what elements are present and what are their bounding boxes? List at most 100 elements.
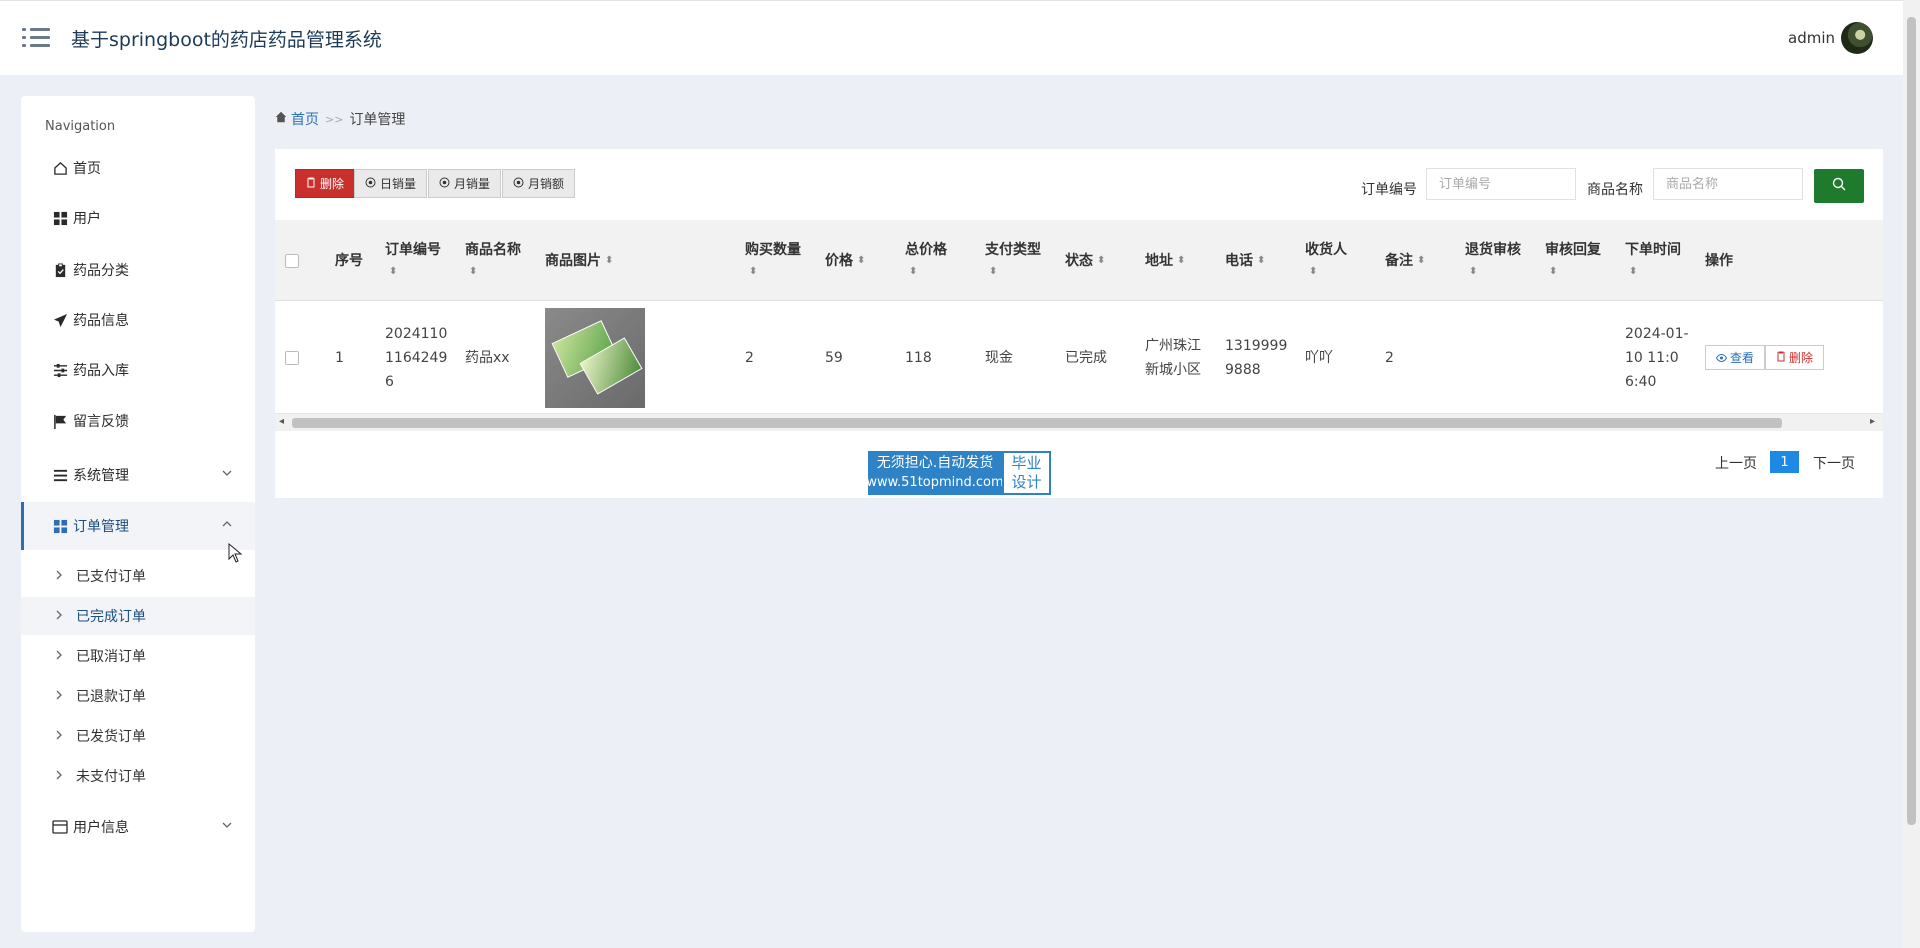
cell-product-name: 药品xx — [465, 349, 510, 366]
col-refund-review[interactable]: 退货审核 ⬍ — [1465, 220, 1535, 301]
daily-sales-button[interactable]: 日销量 — [354, 169, 428, 198]
monthly-sales-button[interactable]: 月销量 — [428, 169, 502, 198]
product-name-input[interactable] — [1653, 168, 1803, 200]
sidebar-item-drug-category[interactable]: 药品分类 — [21, 246, 255, 294]
menu-toggle-icon[interactable] — [22, 27, 50, 49]
col-receiver[interactable]: 收货人 ⬍ — [1305, 220, 1365, 301]
horizontal-scrollbar[interactable]: ◂ ▸ — [275, 414, 1883, 431]
sidebar-subitem-completed[interactable]: 已完成订单 — [21, 597, 255, 635]
sidebar-item-label: 药品入库 — [73, 363, 129, 379]
watermark-banner: 无须担心.自动发货 www.51topmind.com 毕业 设计 — [866, 451, 1051, 495]
cell-phone: 13199999888 — [1225, 337, 1288, 378]
sidebar-item-label: 首页 — [73, 161, 101, 177]
sidebar-subitem-shipped[interactable]: 已发货订单 — [21, 717, 255, 755]
sidebar-item-home[interactable]: 首页 — [21, 144, 255, 192]
sidebar-item-label: 用户 — [73, 211, 101, 227]
sidebar-item-label: 用户信息 — [73, 820, 129, 836]
col-qty[interactable]: 购买数量 ⬍ — [745, 220, 815, 301]
scroll-left-icon[interactable]: ◂ — [279, 416, 284, 427]
chevron-right-icon — [54, 769, 64, 783]
chevron-right-icon — [54, 649, 64, 663]
page-number-current[interactable]: 1 — [1770, 451, 1799, 473]
sidebar-item-stock-in[interactable]: 药品入库 — [21, 346, 255, 394]
sidebar: Navigation 首页 用户 药品分类 药品信息 药品入库 留言反馈 系统管… — [21, 96, 255, 932]
order-no-input[interactable] — [1426, 168, 1576, 200]
sort-icon: ⬍ — [909, 265, 918, 277]
vertical-scrollbar[interactable] — [1903, 0, 1920, 948]
scroll-right-icon[interactable]: ▸ — [1870, 416, 1875, 427]
sidebar-subitem-label: 已发货订单 — [76, 729, 146, 745]
col-total[interactable]: 总价格 ⬍ — [905, 220, 975, 301]
col-order-no[interactable]: 订单编号 ⬍ — [385, 220, 455, 301]
scrollbar-thumb[interactable] — [292, 418, 1782, 428]
breadcrumb-home[interactable]: 首页 — [291, 109, 319, 129]
col-address[interactable]: 地址 ⬍ — [1145, 220, 1185, 301]
chevron-down-icon — [221, 467, 233, 482]
chevron-right-icon — [54, 689, 64, 703]
row-delete-button[interactable]: 删除 — [1765, 345, 1825, 370]
sliders-icon — [52, 362, 68, 378]
sidebar-subitem-label: 已支付订单 — [76, 569, 146, 585]
prev-page-button[interactable]: 上一页 — [1715, 453, 1757, 473]
send-icon — [52, 312, 68, 328]
col-seq: 序号 — [335, 252, 363, 269]
sidebar-subitem-paid[interactable]: 已支付订单 — [21, 557, 255, 595]
col-product-img[interactable]: 商品图片 ⬍ — [545, 220, 613, 301]
view-button-label: 查看 — [1730, 350, 1755, 365]
sidebar-item-user-info[interactable]: 用户信息 — [21, 803, 255, 851]
trash-icon — [306, 177, 316, 191]
order-table: 序号 订单编号 ⬍ 商品名称 ⬍ 商品图片 ⬍ 购买数量 ⬍ 价格 ⬍ 总价格 ⬍ 支付类型… — [275, 220, 1883, 420]
card-icon — [52, 819, 68, 835]
order-no-label: 订单编号 — [1361, 182, 1417, 198]
col-phone[interactable]: 电话 ⬍ — [1225, 220, 1265, 301]
delete-button[interactable]: 删除 — [295, 169, 356, 198]
sidebar-item-drug-info[interactable]: 药品信息 — [21, 296, 255, 344]
sidebar-item-feedback[interactable]: 留言反馈 — [21, 397, 255, 445]
sort-icon: ⬍ — [1097, 254, 1106, 266]
watermark-line1: 无须担心.自动发货 — [876, 455, 994, 471]
next-page-button[interactable]: 下一页 — [1813, 453, 1855, 473]
home-icon — [275, 111, 287, 127]
col-product-name[interactable]: 商品名称 ⬍ — [465, 220, 535, 301]
product-image[interactable] — [545, 307, 645, 408]
grid-icon — [52, 210, 68, 226]
sort-icon: ⬍ — [1469, 265, 1478, 277]
sort-icon: ⬍ — [1629, 265, 1638, 277]
select-all-checkbox[interactable] — [285, 220, 299, 301]
table-row: 1 20241101164249 6 药品xx 2 59 118 现金 已完成 … — [275, 301, 1883, 414]
sidebar-item-label: 留言反馈 — [73, 414, 129, 430]
row-checkbox[interactable] — [285, 301, 299, 414]
circle-dot-icon — [439, 177, 450, 191]
cell-product-img[interactable] — [545, 301, 645, 414]
col-pay-type[interactable]: 支付类型 ⬍ — [985, 220, 1055, 301]
watermark-line2: www.51topmind.com — [866, 475, 1004, 490]
trash-icon — [1776, 346, 1786, 370]
sidebar-item-orders[interactable]: 订单管理 — [21, 502, 255, 550]
sidebar-subitem-unpaid[interactable]: 未支付订单 — [21, 757, 255, 795]
chevron-right-icon — [54, 569, 64, 583]
col-order-time[interactable]: 下单时间 ⬍ — [1625, 220, 1695, 301]
dashboard-icon — [52, 518, 68, 534]
list-icon — [52, 467, 68, 483]
monthly-amount-button[interactable]: 月销额 — [502, 169, 576, 198]
chevron-right-icon — [54, 729, 64, 743]
view-button[interactable]: 查看 — [1705, 345, 1766, 370]
cell-address: 广州珠江新城小区 — [1145, 337, 1201, 378]
user-name[interactable]: admin — [1788, 29, 1835, 47]
avatar[interactable] — [1841, 22, 1873, 54]
sidebar-item-users[interactable]: 用户 — [21, 194, 255, 242]
sort-icon: ⬍ — [1257, 254, 1266, 266]
col-price[interactable]: 价格 ⬍ — [825, 220, 865, 301]
delete-button-label: 删除 — [320, 177, 345, 191]
cell-order-time: 2024-01-10 11:06:40 — [1625, 325, 1689, 390]
col-status[interactable]: 状态 ⬍ — [1065, 220, 1105, 301]
sidebar-subitem-refunded[interactable]: 已退款订单 — [21, 677, 255, 715]
home-icon — [52, 160, 68, 176]
sort-icon: ⬍ — [857, 254, 866, 266]
clipboard-icon — [52, 262, 68, 278]
sidebar-item-system[interactable]: 系统管理 — [21, 451, 255, 499]
col-remark[interactable]: 备注 ⬍ — [1385, 220, 1425, 301]
col-review-reply[interactable]: 审核回复 ⬍ — [1545, 220, 1615, 301]
search-button[interactable] — [1814, 169, 1864, 203]
sidebar-subitem-cancelled[interactable]: 已取消订单 — [21, 637, 255, 675]
